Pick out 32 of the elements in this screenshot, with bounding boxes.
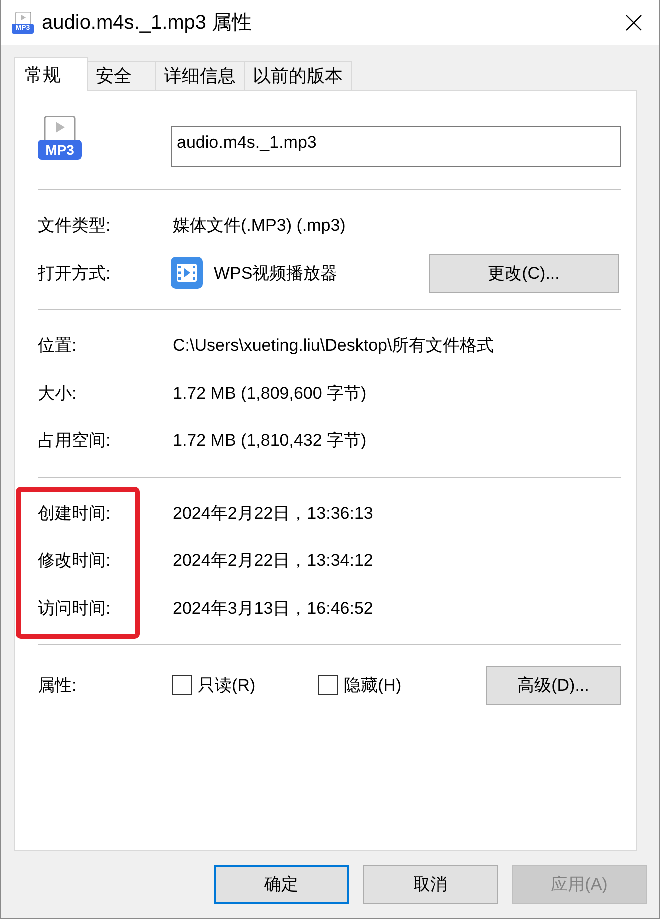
window-title: audio.m4s._1.mp3 属性 xyxy=(42,11,252,36)
property-label: 文件类型: xyxy=(38,215,112,238)
tab[interactable]: 常规 xyxy=(14,57,88,91)
property-value: 1.72 MB (1,810,432 字节) xyxy=(173,430,367,452)
property-label: 打开方式: xyxy=(38,262,112,285)
property-value: 2024年2月22日，13:36:13 xyxy=(173,502,374,525)
property-label: 大小: xyxy=(38,382,78,405)
checkbox-label[interactable]: 隐藏(H) xyxy=(344,674,402,696)
checkbox[interactable] xyxy=(318,675,338,695)
change-button[interactable]: 更改(C)... xyxy=(429,254,619,293)
property-label: 占用空间: xyxy=(38,430,112,452)
property-label: 属性: xyxy=(38,674,78,696)
property-label: 位置: xyxy=(38,335,78,358)
property-value: 1.72 MB (1,809,600 字节) xyxy=(173,382,367,405)
ok-button[interactable]: 确定 xyxy=(214,865,349,904)
checkbox-label[interactable]: 只读(R) xyxy=(198,674,256,696)
file-type-badge: MP3 xyxy=(38,140,82,160)
property-label: 修改时间: xyxy=(38,550,112,572)
property-label: 访问时间: xyxy=(38,598,112,620)
property-value: C:\Users\xueting.liu\Desktop\所有文件格式 xyxy=(173,335,494,358)
video-player-icon xyxy=(171,257,203,290)
checkbox[interactable] xyxy=(172,675,192,695)
advanced-button[interactable]: 高级(D)... xyxy=(486,666,621,704)
property-value: 2024年3月13日，16:46:52 xyxy=(173,598,374,620)
close-icon[interactable] xyxy=(626,14,642,30)
cancel-button[interactable]: 取消 xyxy=(363,865,498,904)
property-value: 媒体文件(.MP3) (.mp3) xyxy=(173,215,346,238)
file-name-field[interactable]: audio.m4s._1.mp3 xyxy=(171,126,621,167)
property-label: 创建时间: xyxy=(38,502,112,525)
app-name: WPS视频播放器 xyxy=(214,262,338,285)
tab[interactable]: 以前的版本 xyxy=(244,61,352,91)
property-value: 2024年2月22日，13:34:12 xyxy=(173,550,374,572)
